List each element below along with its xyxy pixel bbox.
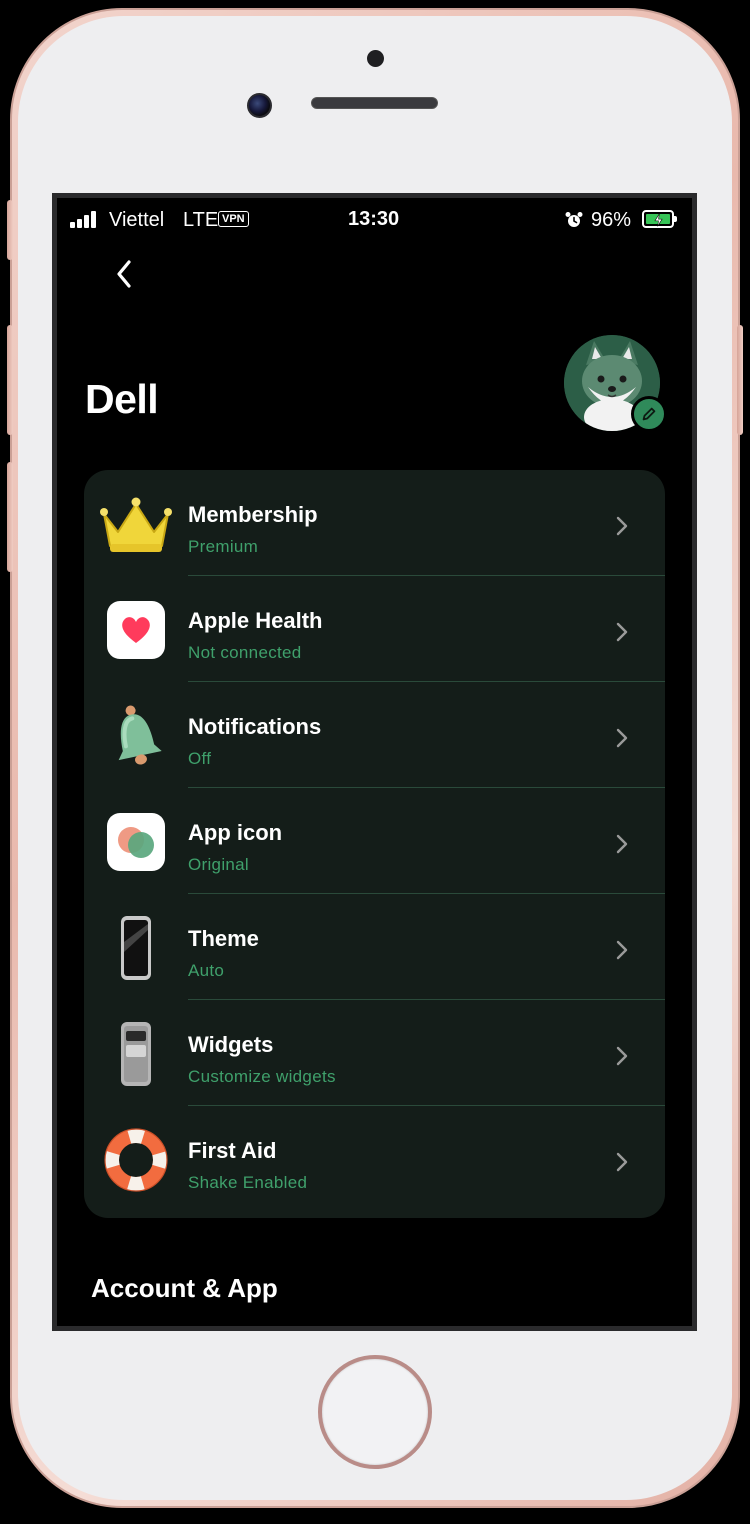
settings-row-notifications[interactable]: Notifications Off: [84, 682, 665, 788]
chevron-right-icon: [616, 516, 628, 536]
app-icon-icon: [100, 806, 172, 878]
pencil-icon: [642, 407, 656, 421]
bell-icon: [100, 700, 172, 772]
network-type: LTE: [183, 209, 219, 231]
chevron-right-icon: [616, 1152, 628, 1172]
volume-up-button: [7, 325, 13, 435]
battery-percentage: 96%: [591, 209, 632, 231]
chevron-right-icon: [616, 1046, 628, 1066]
carrier-name: Viettel: [109, 209, 165, 231]
volume-down-button: [7, 462, 13, 572]
earpiece-speaker: [311, 97, 438, 109]
edit-avatar-button[interactable]: [631, 396, 667, 432]
power-button: [737, 325, 743, 435]
chevron-right-icon: [616, 622, 628, 642]
settings-row-title: Apple Health: [188, 608, 323, 633]
settings-row-title: First Aid: [188, 1138, 277, 1163]
home-button[interactable]: [318, 1355, 432, 1469]
settings-row-widgets[interactable]: Widgets Customize widgets: [84, 1000, 665, 1106]
settings-row-first-aid[interactable]: First Aid Shake Enabled: [84, 1106, 665, 1212]
settings-row-title: Membership: [188, 502, 318, 527]
settings-row-title: App icon: [188, 820, 283, 845]
mute-switch: [7, 200, 13, 260]
settings-row-subtitle: Not connected: [188, 643, 302, 662]
phone-theme-icon: [100, 912, 172, 984]
settings-row-title: Widgets: [188, 1032, 274, 1057]
settings-row-subtitle: Off: [188, 749, 212, 768]
settings-row-title: Theme: [188, 926, 259, 951]
battery-icon: [642, 210, 677, 228]
vpn-badge: VPN: [218, 211, 249, 227]
front-camera: [247, 93, 272, 118]
back-chevron-icon[interactable]: [109, 254, 139, 294]
settings-card: Membership Premium Apple Health Not conn…: [84, 470, 665, 1218]
settings-row-title: Notifications: [188, 714, 322, 739]
settings-row-subtitle: Original: [188, 855, 249, 874]
status-bar: Viettel LTE VPN 13:30 96%: [57, 198, 692, 244]
settings-row-subtitle: Premium: [188, 537, 259, 556]
status-time: 13:30: [348, 208, 400, 230]
section-title-account: Account & App: [91, 1273, 278, 1303]
signal-icon: [70, 210, 100, 228]
settings-row-apple-health[interactable]: Apple Health Not connected: [84, 576, 665, 682]
widgets-icon: [100, 1018, 172, 1090]
alarm-icon: [565, 212, 583, 227]
screen: Viettel LTE VPN 13:30 96% Dell Membershi…: [52, 193, 697, 1331]
lifebuoy-icon: [100, 1124, 172, 1196]
settings-row-membership[interactable]: Membership Premium: [84, 470, 665, 576]
chevron-right-icon: [616, 728, 628, 748]
apple-health-icon: [100, 594, 172, 666]
profile-name: Dell: [85, 376, 159, 422]
settings-row-theme[interactable]: Theme Auto: [84, 894, 665, 1000]
crown-icon: [100, 488, 172, 560]
proximity-sensor: [367, 50, 384, 67]
settings-row-subtitle: Auto: [188, 961, 225, 980]
chevron-right-icon: [616, 834, 628, 854]
settings-row-app-icon[interactable]: App icon Original: [84, 788, 665, 894]
settings-row-subtitle: Shake Enabled: [188, 1173, 308, 1192]
chevron-right-icon: [616, 940, 628, 960]
settings-row-subtitle: Customize widgets: [188, 1067, 336, 1086]
